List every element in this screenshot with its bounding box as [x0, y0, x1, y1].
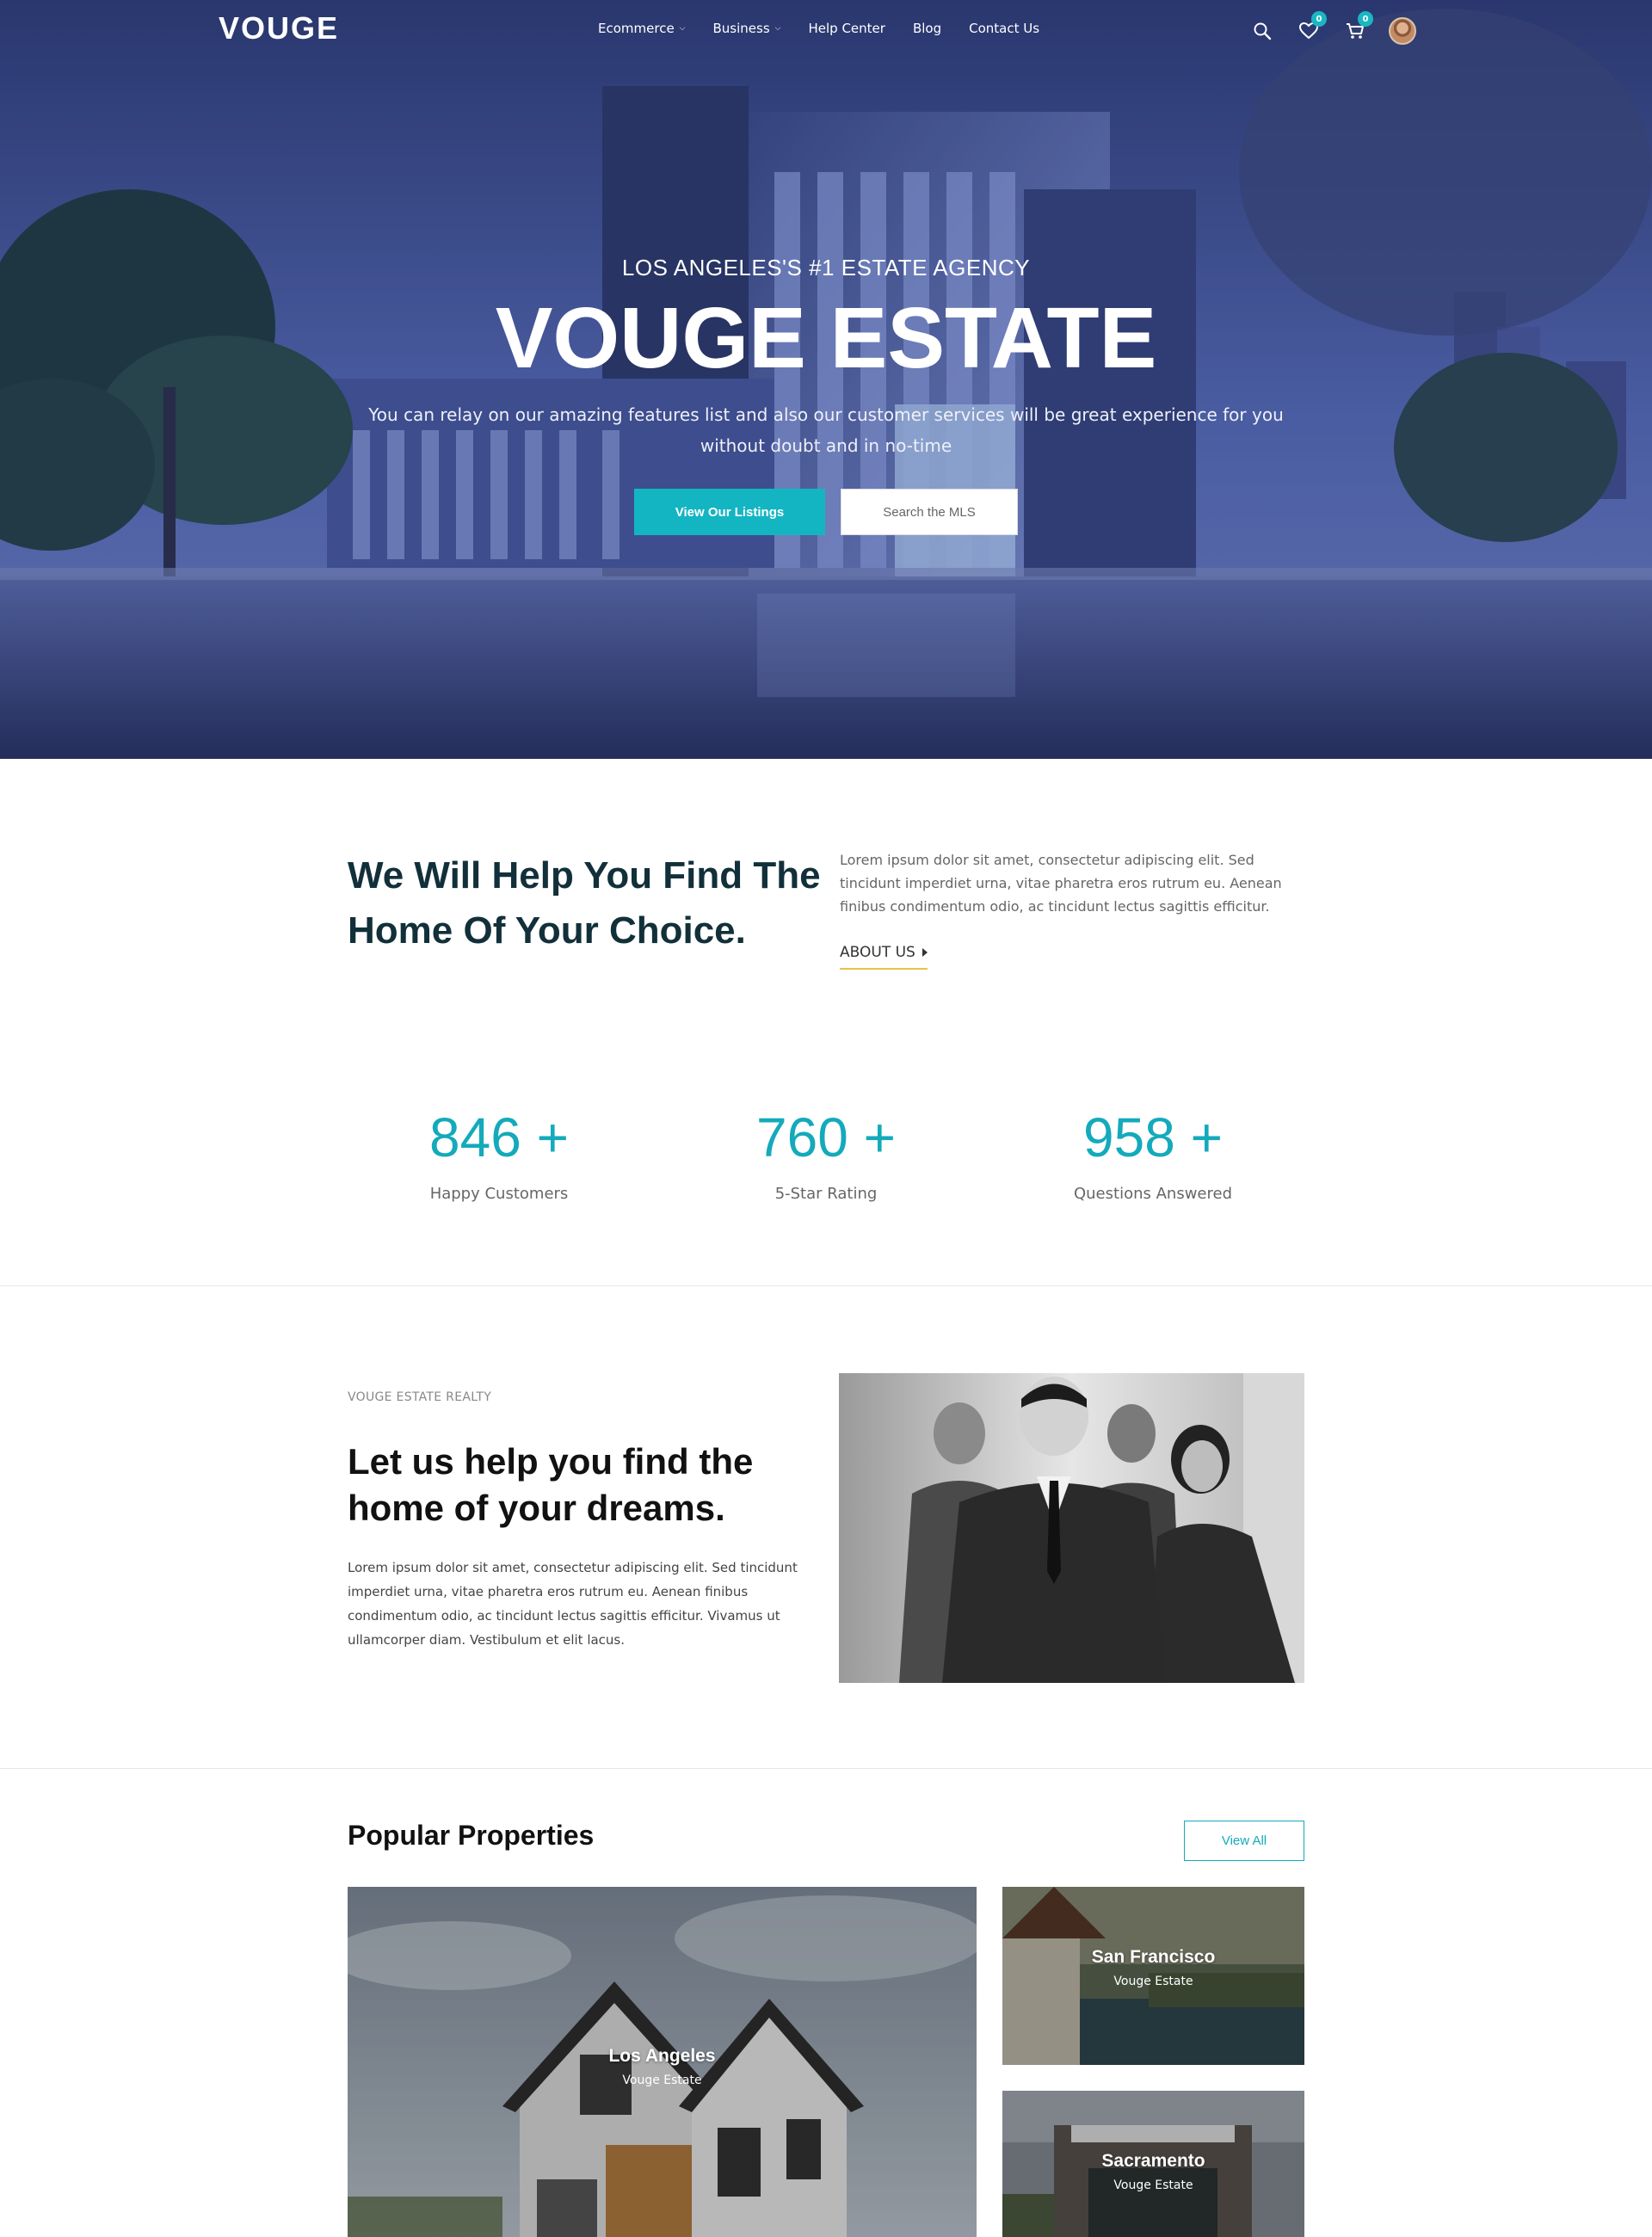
chevron-down-icon: ⌵ — [679, 24, 686, 33]
menu-item-label: Contact Us — [969, 21, 1040, 36]
property-city: Los Angeles — [608, 2046, 716, 2066]
menu-item-contact-us[interactable]: Contact Us — [969, 21, 1039, 36]
menu-item-label: Help Center — [808, 21, 885, 36]
property-city: San Francisco — [1091, 1947, 1216, 1967]
realty-eyebrow: VOUGE ESTATE REALTY — [348, 1390, 492, 1404]
cart-count-badge: 0 — [1358, 11, 1373, 27]
menu-item-ecommerce[interactable]: Ecommerce ⌵ — [598, 21, 686, 36]
stat-label: Questions Answered — [1073, 1185, 1232, 1203]
property-card-san-francisco[interactable]: San Francisco Vouge Estate — [1002, 1887, 1304, 2065]
menu-item-business[interactable]: Business ⌵ — [713, 21, 781, 36]
wishlist-button[interactable]: 0 — [1296, 11, 1327, 44]
about-text: Lorem ipsum dolor sit amet, consectetur … — [840, 852, 1282, 915]
search-mls-button[interactable]: Search the MLS — [841, 489, 1018, 535]
stat-label: Happy Customers — [429, 1185, 569, 1203]
hero-button-group: View Our Listings Search the MLS — [0, 489, 1652, 535]
chevron-down-icon: ⌵ — [774, 24, 781, 33]
stat-questions-answered: 958 + Questions Answered — [1024, 1106, 1282, 1203]
team-photo — [839, 1373, 1304, 1683]
property-agency: Vouge Estate — [1113, 2178, 1193, 2192]
stat-happy-customers: 846 + Happy Customers — [370, 1106, 628, 1203]
about-heading: We Will Help You Find The Home Of Your C… — [348, 854, 821, 952]
property-caption: San Francisco Vouge Estate — [1002, 1947, 1304, 1988]
about-us-link-label: ABOUT US — [840, 944, 915, 961]
menu-item-label: Business — [712, 21, 770, 36]
wishlist-count-badge: 0 — [1311, 11, 1327, 27]
caret-right-icon — [922, 948, 928, 957]
menu-item-label: Ecommerce — [598, 21, 675, 36]
cart-button[interactable]: 0 — [1342, 11, 1373, 44]
main-menu: Ecommerce ⌵ Business ⌵ Help Center Blog … — [598, 21, 1067, 36]
nav-icon-group: 0 0 — [1249, 11, 1416, 45]
menu-item-blog[interactable]: Blog — [913, 21, 941, 36]
menu-item-help-center[interactable]: Help Center — [808, 21, 885, 36]
stat-label: 5-Star Rating — [774, 1185, 878, 1203]
realty-text: Lorem ipsum dolor sit amet, consectetur … — [348, 1560, 798, 1648]
about-content: Lorem ipsum dolor sit amet, consectetur … — [840, 848, 1304, 970]
section-title: Popular Properties — [348, 1820, 595, 1851]
stat-value: 846 + — [429, 1106, 569, 1168]
hero-eyebrow: LOS ANGELES'S #1 ESTATE AGENCY — [621, 255, 1031, 280]
realty-content: VOUGE ESTATE REALTY Let us help you find… — [348, 1390, 812, 1652]
hero-description: You can relay on our amazing features li… — [368, 404, 1284, 456]
view-all-button[interactable]: View All — [1184, 1821, 1304, 1861]
stat-value: 958 + — [1083, 1106, 1223, 1168]
property-agency: Vouge Estate — [622, 2074, 702, 2087]
stat-value: 760 + — [756, 1106, 896, 1168]
site-logo[interactable]: VOUGE — [219, 10, 339, 46]
realty-title: Let us help you find the home of your dr… — [348, 1441, 754, 1528]
hero-section: VOUGE Ecommerce ⌵ Business ⌵ Help Center… — [0, 0, 1652, 759]
avatar[interactable] — [1389, 17, 1416, 45]
hero-title: VOUGE ESTATE — [495, 290, 1157, 386]
hero-content: LOS ANGELES'S #1 ESTATE AGENCY VOUGE EST… — [0, 255, 1652, 535]
property-city: Sacramento — [1101, 2151, 1205, 2171]
about-us-link[interactable]: ABOUT US — [840, 944, 928, 970]
property-agency: Vouge Estate — [1113, 1975, 1193, 1988]
property-card-los-angeles[interactable]: Los Angeles Vouge Estate — [348, 1887, 977, 2237]
section-divider — [0, 1285, 1652, 1286]
menu-item-label: Blog — [912, 21, 942, 36]
view-listings-button[interactable]: View Our Listings — [634, 489, 825, 535]
section-divider — [0, 1768, 1652, 1769]
stat-five-star-rating: 760 + 5-Star Rating — [697, 1106, 955, 1203]
top-navigation: VOUGE Ecommerce ⌵ Business ⌵ Help Center… — [0, 0, 1652, 62]
property-caption: Los Angeles Vouge Estate — [348, 2046, 977, 2087]
property-caption: Sacramento Vouge Estate — [1002, 2151, 1304, 2192]
property-card-sacramento[interactable]: Sacramento Vouge Estate — [1002, 2091, 1304, 2237]
search-icon[interactable] — [1249, 18, 1275, 44]
